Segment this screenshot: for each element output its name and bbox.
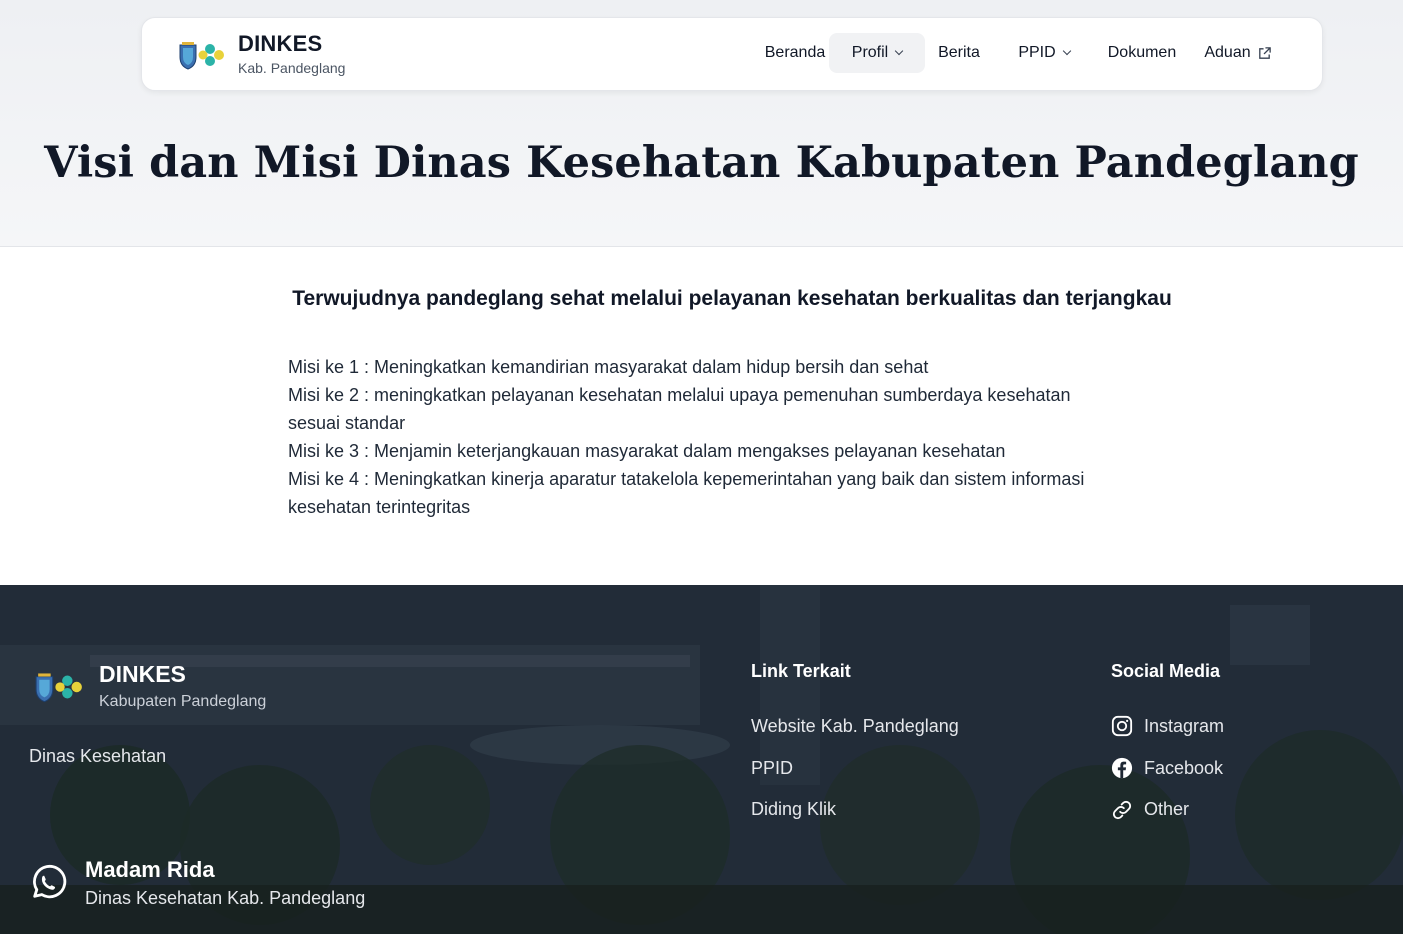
contact-name[interactable]: Madam Rida: [85, 857, 215, 883]
nav-dokumen[interactable]: Dokumen: [1100, 33, 1184, 73]
social-instagram[interactable]: Instagram: [1144, 716, 1224, 737]
instagram-icon[interactable]: [1111, 715, 1133, 737]
footer-brand-subtitle: Kabupaten Pandeglang: [99, 693, 267, 710]
misi-line: Misi ke 1 : Meningkatkan kemandirian mas…: [288, 357, 929, 377]
misi-line: Misi ke 2 : meningkatkan pelayanan keseh…: [288, 385, 1071, 405]
nav-profil[interactable]: Profil: [829, 33, 925, 73]
nav-beranda-label: Beranda: [764, 44, 826, 61]
nav-ppid-label: PPID: [1018, 44, 1056, 61]
misi-list: Misi ke 1 : Meningkatkan kemandirian mas…: [288, 353, 1188, 521]
nav-aduan[interactable]: Aduan: [1198, 33, 1278, 73]
social-other[interactable]: Other: [1144, 799, 1189, 820]
social-facebook[interactable]: Facebook: [1144, 758, 1223, 779]
navbar: DINKES Kab. Pandeglang Beranda Profil Be…: [141, 17, 1323, 91]
facebook-icon[interactable]: [1111, 757, 1133, 779]
footer-link-website[interactable]: Website Kab. Pandeglang: [751, 716, 959, 737]
social-media-title: Social Media: [1111, 661, 1221, 681]
nav-aduan-label: Aduan: [1204, 44, 1251, 61]
page-hero: DINKES Kab. Pandeglang Beranda Profil Be…: [0, 0, 1403, 247]
footer-brand-name: DINKES: [99, 661, 186, 687]
footer: DINKES Kabupaten Pandeglang Dinas Keseha…: [0, 585, 1403, 934]
external-link-icon: [1258, 46, 1271, 59]
footer-description: Dinas Kesehatan: [29, 746, 167, 766]
link-terkait-title: Link Terkait: [751, 661, 851, 681]
nav-berita-label: Berita: [938, 44, 980, 61]
brand[interactable]: DINKES Kab. Pandeglang: [178, 32, 345, 78]
nav-dokumen-label: Dokumen: [1107, 44, 1177, 61]
whatsapp-icon[interactable]: [29, 864, 67, 902]
misi-line: sesuai standar: [288, 413, 406, 433]
misi-line: Misi ke 4 : Meningkatkan kinerja aparatu…: [288, 469, 1085, 489]
dinkes-logo-icon: [35, 673, 82, 703]
nav-beranda[interactable]: Beranda: [750, 33, 840, 73]
chevron-down-icon: [1062, 46, 1071, 56]
contact-subtitle: Dinas Kesehatan Kab. Pandeglang: [85, 888, 366, 908]
brand-name: DINKES: [238, 31, 323, 56]
link-icon[interactable]: [1111, 799, 1133, 821]
page-title: Visi dan Misi Dinas Kesehatan Kabupaten …: [44, 138, 1359, 188]
dinkes-logo-icon: [179, 42, 224, 70]
nav-berita[interactable]: Berita: [929, 33, 989, 73]
misi-line: kesehatan terintegritas: [288, 497, 471, 517]
footer-link-diding-klik[interactable]: Diding Klik: [751, 799, 836, 820]
chevron-down-icon: [894, 46, 904, 56]
footer-link-ppid[interactable]: PPID: [751, 758, 793, 779]
brand-subtitle: Kab. Pandeglang: [238, 60, 346, 76]
visi-text: Terwujudnya pandeglang sehat melalui pel…: [292, 287, 1172, 310]
nav-ppid[interactable]: PPID: [1007, 33, 1081, 73]
nav-profil-label: Profil: [851, 44, 889, 61]
misi-line: Misi ke 3 : Menjamin keterjangkauan masy…: [288, 441, 1006, 461]
